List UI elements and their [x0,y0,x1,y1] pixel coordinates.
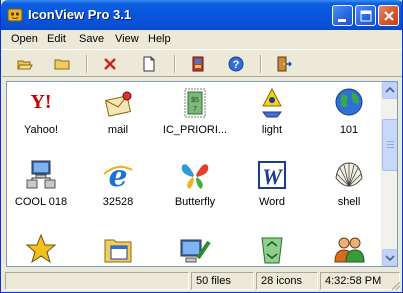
status-icon-count: 28 icons [256,272,318,290]
help-button[interactable]: ? [225,54,247,74]
exit-door-icon [277,56,292,72]
delete-icon [104,58,116,70]
toolbar-separator [174,55,176,73]
icon-label: Word [258,196,286,208]
icon-item[interactable]: $5 7 IC_PRIORI... [161,86,229,146]
mail-icon [104,91,132,117]
menu-save[interactable]: Save [79,33,104,45]
icon-item[interactable]: shell [315,158,383,218]
icon-view[interactable]: Y! Yahoo! mail $5 7 IC_PRIORI... light 1… [6,81,398,267]
light-icon [261,87,283,118]
svg-text:$5: $5 [191,97,199,104]
icon-item[interactable] [315,232,383,266]
menu-edit[interactable]: Edit [47,33,66,45]
icon-label: Butterfly [174,196,216,208]
icon-item[interactable] [7,232,75,266]
internet-explorer-icon: e [103,159,133,192]
icon-item[interactable] [238,232,306,266]
chevron-up-icon [385,86,395,93]
close-button[interactable] [378,5,399,26]
yahoo-icon: Y! [30,91,51,113]
title-bar[interactable]: IconView Pro 3.1 [1,0,402,30]
scroll-down-button[interactable] [382,249,397,266]
svg-text:Y!: Y! [30,91,51,113]
open-folder-icon [17,60,33,70]
globe-icon [335,88,363,116]
users-icon [334,237,365,263]
folder-icon [54,59,70,70]
resize-grip-icon[interactable] [389,279,401,291]
icon-label: light [261,124,283,136]
scroll-thumb[interactable] [382,119,397,171]
delete-button[interactable] [99,54,121,74]
icon-label: Yahoo! [23,124,59,136]
folder-button[interactable] [51,54,73,74]
icon-label: shell [337,196,361,208]
icon-item[interactable] [84,232,152,266]
network-computer-icon [26,160,56,189]
status-file-count: 50 files [191,272,254,290]
window-title: IconView Pro 3.1 [28,7,132,22]
word-icon: W [258,161,286,189]
icon-item[interactable]: light [238,86,306,146]
icon-label: COOL 018 [14,196,68,208]
icon-item[interactable]: e 32528 [84,158,152,218]
svg-text:7: 7 [193,106,197,113]
help-icon: ? [228,56,244,72]
icon-label: 32528 [102,196,134,208]
shell-icon [335,162,363,187]
status-clock: 4:32:58 PM [320,272,400,290]
minimize-button[interactable] [332,5,353,26]
icon-item[interactable]: mail [84,86,152,146]
icon-item[interactable]: Y! Yahoo! [7,86,75,146]
icon-item[interactable] [161,232,229,266]
toolbar-separator [260,55,262,73]
minimize-icon [338,19,346,22]
scroll-up-button[interactable] [382,82,397,99]
star-icon [25,233,57,264]
main-window: IconView Pro 3.1 Open Edit Save View Hel… [0,0,403,293]
icon-item[interactable]: COOL 018 [7,158,75,218]
exit-button[interactable] [273,54,295,74]
book-button[interactable] [187,54,209,74]
close-icon [384,11,394,21]
status-main [5,272,189,290]
book-icon [192,56,204,72]
calendar-folder-icon [104,239,132,263]
butterfly-icon [181,164,209,189]
svg-text:e: e [108,159,127,192]
toolbar-separator [86,55,88,73]
svg-text:?: ? [233,59,240,71]
svg-text:W: W [262,164,283,189]
chevron-down-icon [385,255,395,262]
maximize-button[interactable] [355,5,376,26]
status-bar: 50 files 28 icons 4:32:58 PM [2,270,402,292]
menu-view[interactable]: View [115,33,139,45]
icon-item[interactable]: Butterfly [161,158,229,218]
icon-label: mail [107,124,129,136]
stamp-icon: $5 7 [184,88,206,118]
menu-bar: Open Edit Save View Help [2,30,402,49]
vertical-scrollbar[interactable] [381,82,397,266]
menu-open[interactable]: Open [11,33,38,45]
icon-item[interactable]: 101 [315,86,383,146]
computer-tools-icon [180,239,211,263]
new-document-icon [143,56,155,72]
icon-label: 101 [339,124,359,136]
maximize-icon [360,10,372,22]
new-button[interactable] [138,54,160,74]
toolbar: ? [2,49,402,77]
recycle-bin-icon [261,237,283,264]
app-icon[interactable] [7,7,23,23]
icon-item[interactable]: W Word [238,158,306,218]
icon-label: IC_PRIORI... [162,124,228,136]
menu-help[interactable]: Help [148,33,171,45]
open-button[interactable] [14,54,36,74]
